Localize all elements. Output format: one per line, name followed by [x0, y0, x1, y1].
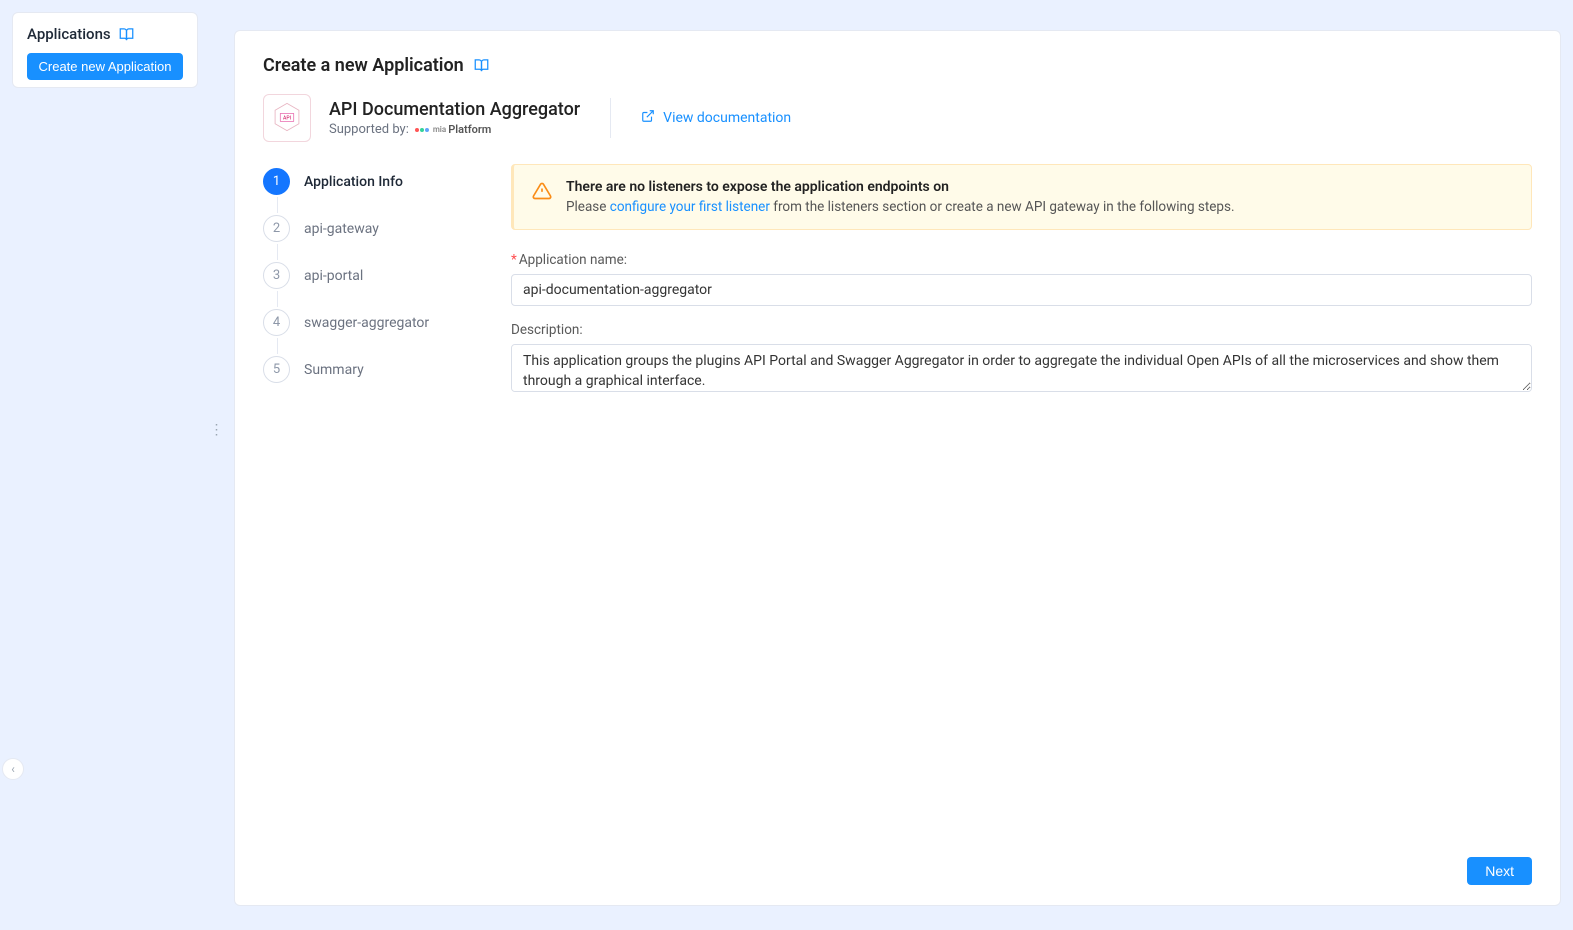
application-name-label-text: Application name: — [519, 252, 627, 268]
supported-by-label: Supported by: — [329, 122, 409, 137]
description-field: Description: — [511, 322, 1532, 396]
description-label: Description: — [511, 322, 1532, 338]
description-textarea[interactable] — [511, 344, 1532, 392]
page-title: Create a new Application — [263, 55, 464, 76]
step-api-portal[interactable]: 3 api-portal — [263, 262, 483, 309]
required-indicator: * — [511, 252, 517, 268]
alert-title: There are no listeners to expose the app… — [566, 179, 1235, 195]
configure-listener-link[interactable]: configure your first listener — [610, 199, 770, 215]
step-number: 3 — [263, 262, 290, 289]
sidebar-title: Applications — [27, 25, 111, 43]
warning-alert: There are no listeners to expose the app… — [511, 164, 1532, 230]
step-number: 1 — [263, 168, 290, 195]
step-label: Application Info — [304, 174, 403, 190]
application-name-label: *Application name: — [511, 252, 1532, 268]
svg-text:API: API — [283, 115, 291, 121]
alert-body: There are no listeners to expose the app… — [566, 179, 1235, 215]
application-name-input[interactable] — [511, 274, 1532, 306]
supported-by-row: Supported by: mia Platform — [329, 122, 580, 137]
next-button[interactable]: Next — [1467, 857, 1532, 885]
step-summary[interactable]: 5 Summary — [263, 356, 483, 403]
sidebar-header: Applications — [27, 25, 183, 43]
wizard-steps: 1 Application Info 2 api-gateway 3 api-p… — [263, 164, 483, 857]
alert-msg-prefix: Please — [566, 199, 610, 215]
step-label: api-gateway — [304, 221, 379, 237]
view-documentation-label: View documentation — [663, 110, 791, 126]
app-logo: API — [263, 94, 311, 142]
step-application-info[interactable]: 1 Application Info — [263, 168, 483, 215]
collapse-sidebar-button[interactable]: ‹ — [2, 758, 24, 780]
alert-message: Please configure your first listener fro… — [566, 199, 1235, 215]
chevron-left-icon: ‹ — [11, 762, 15, 776]
view-documentation-link[interactable]: View documentation — [641, 109, 791, 127]
form-column: There are no listeners to expose the app… — [511, 164, 1532, 857]
platform-dots-icon — [415, 128, 429, 132]
application-name-field: *Application name: — [511, 252, 1532, 306]
sidebar: Applications Create new Application — [12, 12, 198, 88]
book-icon[interactable] — [474, 58, 489, 73]
page-title-row: Create a new Application — [263, 55, 1532, 76]
pane-divider[interactable]: ⋮ — [210, 12, 222, 918]
drag-handle-icon[interactable]: ⋮ — [210, 422, 223, 438]
step-number: 5 — [263, 356, 290, 383]
vertical-divider — [610, 98, 611, 138]
external-link-icon — [641, 109, 655, 127]
app-name: API Documentation Aggregator — [329, 99, 580, 120]
platform-name: Platform — [448, 123, 491, 136]
create-application-button[interactable]: Create new Application — [27, 53, 183, 80]
app-logo-icon: API — [270, 100, 304, 137]
alert-msg-suffix: from the listeners section or create a n… — [770, 199, 1235, 215]
book-icon[interactable] — [119, 27, 134, 42]
step-label: api-portal — [304, 268, 363, 284]
app-header: API API Documentation Aggregator Support… — [263, 94, 1532, 142]
step-api-gateway[interactable]: 2 api-gateway — [263, 215, 483, 262]
wizard-footer: Next — [263, 857, 1532, 885]
step-number: 2 — [263, 215, 290, 242]
step-number: 4 — [263, 309, 290, 336]
step-label: swagger-aggregator — [304, 315, 429, 331]
platform-badge: mia Platform — [415, 123, 492, 136]
step-label: Summary — [304, 362, 364, 378]
app-name-block: API Documentation Aggregator Supported b… — [329, 99, 580, 137]
main-panel: Create a new Application API API Docume — [234, 30, 1561, 906]
step-swagger-aggregator[interactable]: 4 swagger-aggregator — [263, 309, 483, 356]
warning-icon — [532, 181, 552, 215]
